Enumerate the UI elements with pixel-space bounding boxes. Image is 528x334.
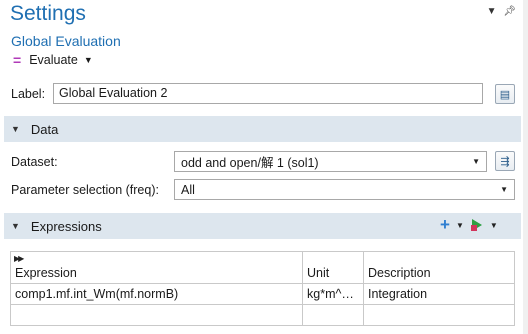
table-row[interactable]	[10, 304, 515, 326]
column-header-description[interactable]: Description	[363, 251, 515, 284]
expressions-table: ▶▶ Expression Unit Description comp1.mf.…	[10, 251, 515, 326]
node-type-title: Global Evaluation	[11, 33, 121, 49]
label-edit-icon[interactable]: ▤	[495, 84, 515, 104]
evaluate-icon: =	[13, 52, 22, 68]
dataset-select[interactable]: odd and open/解 1 (sol1) ▼	[174, 151, 487, 172]
window-controls: ▼ 📌︎	[483, 6, 516, 17]
vertical-scrollbar[interactable]	[523, 0, 528, 334]
expressions-toolbar: + ▼ ▼	[440, 215, 498, 235]
expression-cell[interactable]: comp1.mf.int_Wm(mf.normB)	[10, 283, 303, 305]
column-header-unit[interactable]: Unit	[302, 251, 364, 284]
table-row[interactable]: comp1.mf.int_Wm(mf.normB) kg*m^… Integra…	[10, 283, 515, 305]
dataset-caption: Dataset:	[11, 155, 58, 169]
page-title: Settings	[10, 2, 86, 25]
parameter-caption: Parameter selection (freq):	[11, 183, 159, 197]
label-caption: Label:	[11, 87, 46, 101]
expression-cell[interactable]	[10, 304, 303, 326]
data-section-header[interactable]: ▼ Data	[4, 116, 521, 142]
evaluate-button[interactable]: = Evaluate ▼	[13, 52, 93, 68]
description-cell[interactable]: Integration	[363, 283, 515, 305]
chevron-down-icon[interactable]: ▼	[490, 221, 498, 230]
expand-columns-icon[interactable]: ▶▶	[14, 254, 24, 263]
evaluate-label: Evaluate	[29, 53, 78, 67]
parameter-value: All	[181, 182, 195, 197]
collapse-icon: ▼	[11, 124, 20, 134]
add-icon[interactable]: +	[440, 215, 450, 235]
label-field[interactable]: Global Evaluation 2	[53, 83, 483, 104]
data-section-title: Data	[30, 121, 59, 137]
description-cell[interactable]	[363, 304, 515, 326]
pin-icon[interactable]: 📌︎	[503, 6, 516, 17]
chevron-down-icon: ▼	[500, 185, 508, 194]
column-header-expression[interactable]: ▶▶ Expression	[10, 251, 303, 284]
table-header-row: ▶▶ Expression Unit Description	[10, 251, 515, 284]
chevron-down-icon: ▼	[83, 55, 93, 65]
expressions-section-title: Expressions	[30, 218, 102, 234]
chevron-down-icon[interactable]: ▼	[487, 6, 497, 17]
dataset-value: odd and open/解 1 (sol1)	[181, 156, 319, 170]
unit-cell[interactable]: kg*m^…	[302, 283, 364, 305]
collapse-icon: ▼	[11, 221, 20, 231]
chevron-down-icon: ▼	[472, 157, 480, 166]
parameter-select[interactable]: All ▼	[174, 179, 515, 200]
evaluate-run-icon[interactable]	[470, 218, 484, 232]
chevron-down-icon[interactable]: ▼	[456, 221, 464, 230]
unit-cell[interactable]	[302, 304, 364, 326]
dataset-goto-icon[interactable]: ⇶	[495, 151, 515, 171]
